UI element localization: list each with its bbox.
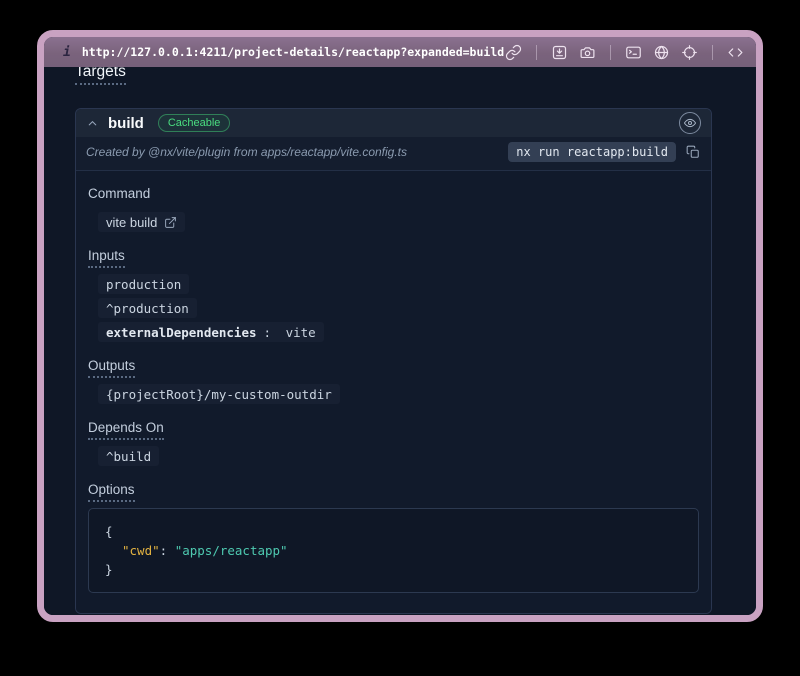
external-link-icon	[164, 216, 177, 229]
run-command-chip: nx run reactapp:build	[508, 142, 676, 162]
command-row: vite build	[98, 212, 699, 232]
output-item: {projectRoot}/my-custom-outdir	[98, 384, 699, 404]
options-json-block: { "cwd": "apps/reactapp" }	[88, 508, 699, 593]
input-item-keyed: externalDependencies: vite	[98, 322, 699, 342]
save-capture-icon[interactable]	[550, 43, 569, 62]
command-label: Command	[88, 186, 699, 201]
build-target-card: build Cacheable Created by @nx/vite/plug…	[75, 108, 712, 614]
depends-on-item: ^build	[98, 446, 699, 466]
created-by-text: Created by @nx/vite/plugin from apps/rea…	[86, 145, 407, 159]
cacheable-badge: Cacheable	[158, 114, 231, 132]
toolbar-divider	[536, 45, 537, 60]
split-view-icon[interactable]	[754, 43, 763, 62]
project-details-page: Targets build Cacheable Created by @nx/v…	[44, 67, 756, 615]
toolbar-icon-group	[504, 43, 763, 62]
copy-icon	[686, 145, 700, 159]
build-target-header[interactable]: build Cacheable	[76, 109, 711, 137]
outputs-label: Outputs	[88, 358, 699, 373]
build-target-body: Command vite build Inputs production	[76, 171, 711, 613]
json-close-brace: }	[105, 560, 682, 579]
build-target-subheader: Created by @nx/vite/plugin from apps/rea…	[76, 137, 711, 171]
camera-icon[interactable]	[578, 43, 597, 62]
terminal-icon[interactable]	[624, 43, 643, 62]
run-command-group: nx run reactapp:build	[508, 142, 701, 162]
info-icon: i	[63, 45, 71, 60]
code-icon[interactable]	[726, 43, 745, 62]
open-config-link[interactable]	[164, 216, 177, 229]
browser-toolbar: i http://127.0.0.1:4211/project-details/…	[44, 37, 756, 67]
input-item: production	[98, 274, 699, 294]
eye-icon	[683, 116, 697, 130]
chevron-up-icon	[86, 117, 99, 130]
json-open-brace: {	[105, 522, 682, 541]
targets-heading: Targets	[75, 67, 712, 81]
json-cwd-line: "cwd": "apps/reactapp"	[105, 541, 682, 560]
command-value: vite build	[98, 212, 185, 232]
view-target-graph-button[interactable]	[679, 112, 701, 134]
crosshair-icon[interactable]	[680, 43, 699, 62]
browser-window: i http://127.0.0.1:4211/project-details/…	[37, 30, 763, 622]
options-label: Options	[88, 482, 699, 497]
link-icon[interactable]	[504, 43, 523, 62]
copy-command-button[interactable]	[685, 144, 701, 160]
inputs-label: Inputs	[88, 248, 699, 263]
toolbar-divider	[712, 45, 713, 60]
depends-on-label: Depends On	[88, 420, 699, 435]
globe-icon[interactable]	[652, 43, 671, 62]
target-name: build	[108, 115, 144, 132]
toolbar-divider	[610, 45, 611, 60]
url-text[interactable]: http://127.0.0.1:4211/project-details/re…	[82, 45, 504, 59]
input-item: ^production	[98, 298, 699, 318]
